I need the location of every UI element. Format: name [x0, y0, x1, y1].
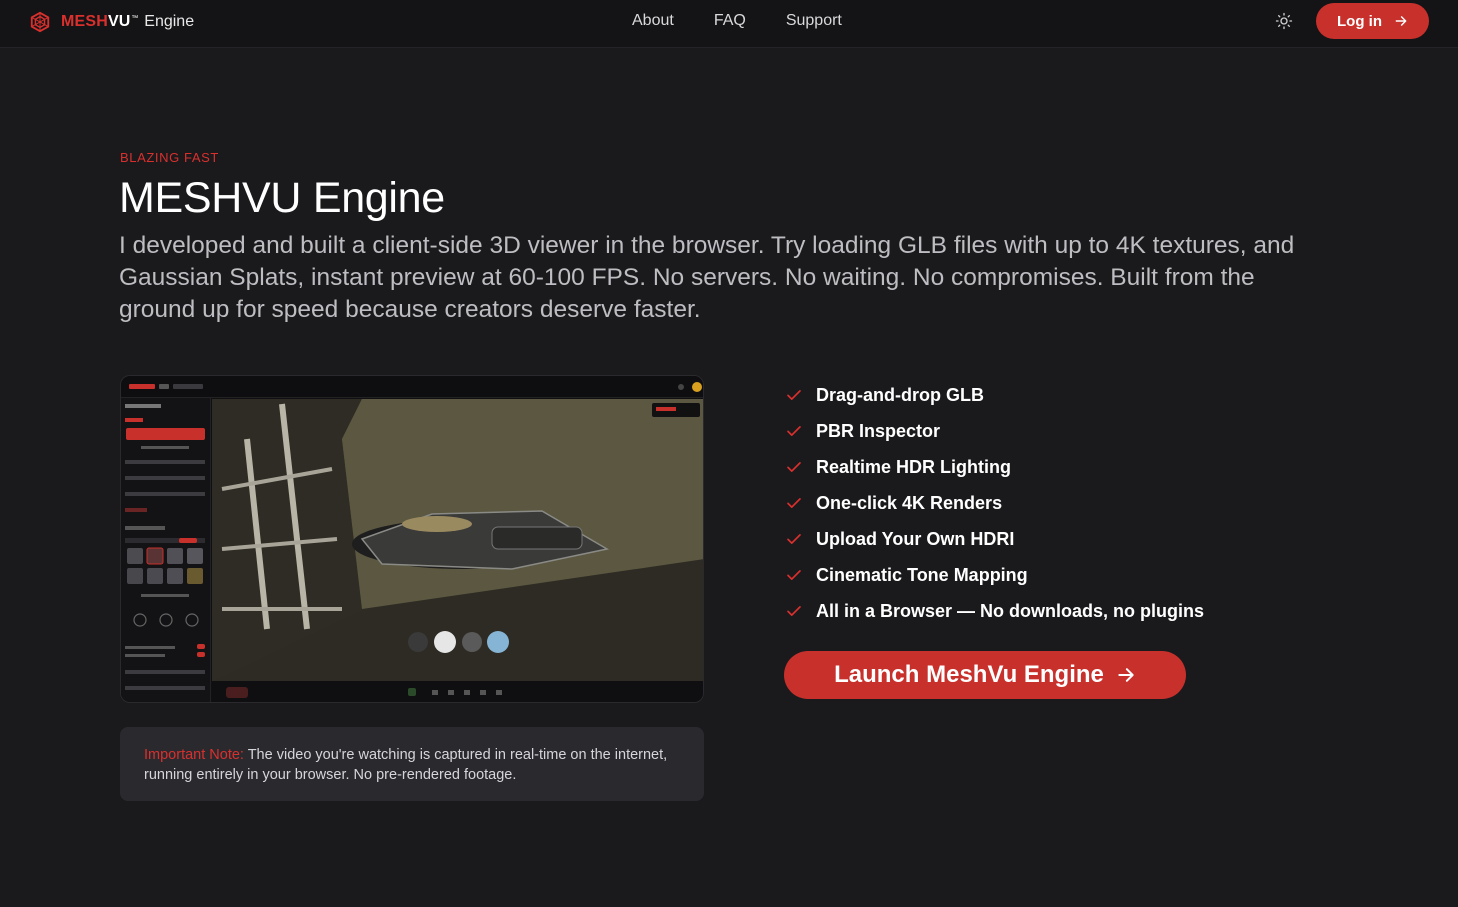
top-navbar: MESH VU ™ Engine About FAQ Support Log i…	[0, 0, 1458, 48]
feature-item: Cinematic Tone Mapping	[785, 557, 1204, 593]
demo-video-preview[interactable]	[120, 375, 704, 703]
preview-bottombar	[212, 681, 703, 702]
feature-label: Upload Your Own HDRI	[816, 528, 1015, 549]
feature-label: Drag-and-drop GLB	[816, 384, 984, 405]
launch-button-label: Launch MeshVu Engine	[834, 661, 1104, 688]
hero-description: I developed and built a client-side 3D v…	[119, 232, 1295, 323]
feature-list: Drag-and-drop GLB PBR Inspector Realtime…	[785, 377, 1204, 629]
arrow-right-icon	[1118, 668, 1134, 682]
check-icon	[787, 498, 801, 508]
preview-scene-graphics	[212, 399, 703, 681]
nav-link-about[interactable]: About	[632, 12, 674, 30]
feature-label: Realtime HDR Lighting	[816, 456, 1012, 477]
preview-3d-viewport	[212, 399, 703, 681]
feature-item: Drag-and-drop GLB	[785, 377, 1204, 413]
important-note: Important Note: The video you're watchin…	[120, 727, 704, 801]
arrow-right-icon	[1395, 16, 1407, 26]
logo-icon	[30, 11, 50, 33]
login-button-label: Log in	[1337, 12, 1382, 30]
preview-topbar	[121, 376, 703, 398]
preview-sidebar	[121, 398, 211, 702]
main-nav: About FAQ Support	[632, 12, 842, 30]
nav-link-faq[interactable]: FAQ	[714, 12, 746, 30]
nav-link-support[interactable]: Support	[786, 12, 842, 30]
feature-item: Upload Your Own HDRI	[785, 521, 1204, 557]
page-title: MESHVU Engine	[119, 174, 445, 222]
logo-text-mesh: MESH	[61, 13, 109, 30]
check-icon	[787, 606, 801, 616]
hero-kicker: BLAZING FAST	[120, 150, 219, 165]
feature-label: All in a Browser — No downloads, no plug…	[816, 600, 1205, 621]
check-icon	[787, 462, 801, 472]
feature-item: Realtime HDR Lighting	[785, 449, 1204, 485]
preview-sidebar-graphics	[125, 404, 205, 690]
check-icon	[787, 390, 801, 400]
feature-item: All in a Browser — No downloads, no plug…	[785, 593, 1204, 629]
logo-text-vu: VU	[108, 13, 131, 30]
preview-bottombar-graphics	[226, 687, 502, 698]
login-button[interactable]: Log in	[1316, 3, 1429, 39]
note-label: Important Note:	[144, 747, 244, 763]
check-icon	[787, 534, 801, 544]
logo-text-engine: Engine	[144, 13, 195, 30]
feature-item: One-click 4K Renders	[785, 485, 1204, 521]
sun-icon[interactable]	[1275, 12, 1293, 30]
feature-label: Cinematic Tone Mapping	[816, 564, 1028, 585]
feature-item: PBR Inspector	[785, 413, 1204, 449]
check-icon	[787, 426, 801, 436]
logo-trademark: ™	[131, 14, 139, 22]
launch-engine-button[interactable]: Launch MeshVu Engine	[784, 651, 1186, 699]
preview-topbar-graphics	[129, 382, 702, 392]
check-icon	[787, 570, 801, 580]
brand-logo[interactable]: MESH VU ™ Engine	[29, 10, 194, 34]
feature-label: PBR Inspector	[816, 420, 941, 441]
feature-label: One-click 4K Renders	[816, 492, 1003, 513]
